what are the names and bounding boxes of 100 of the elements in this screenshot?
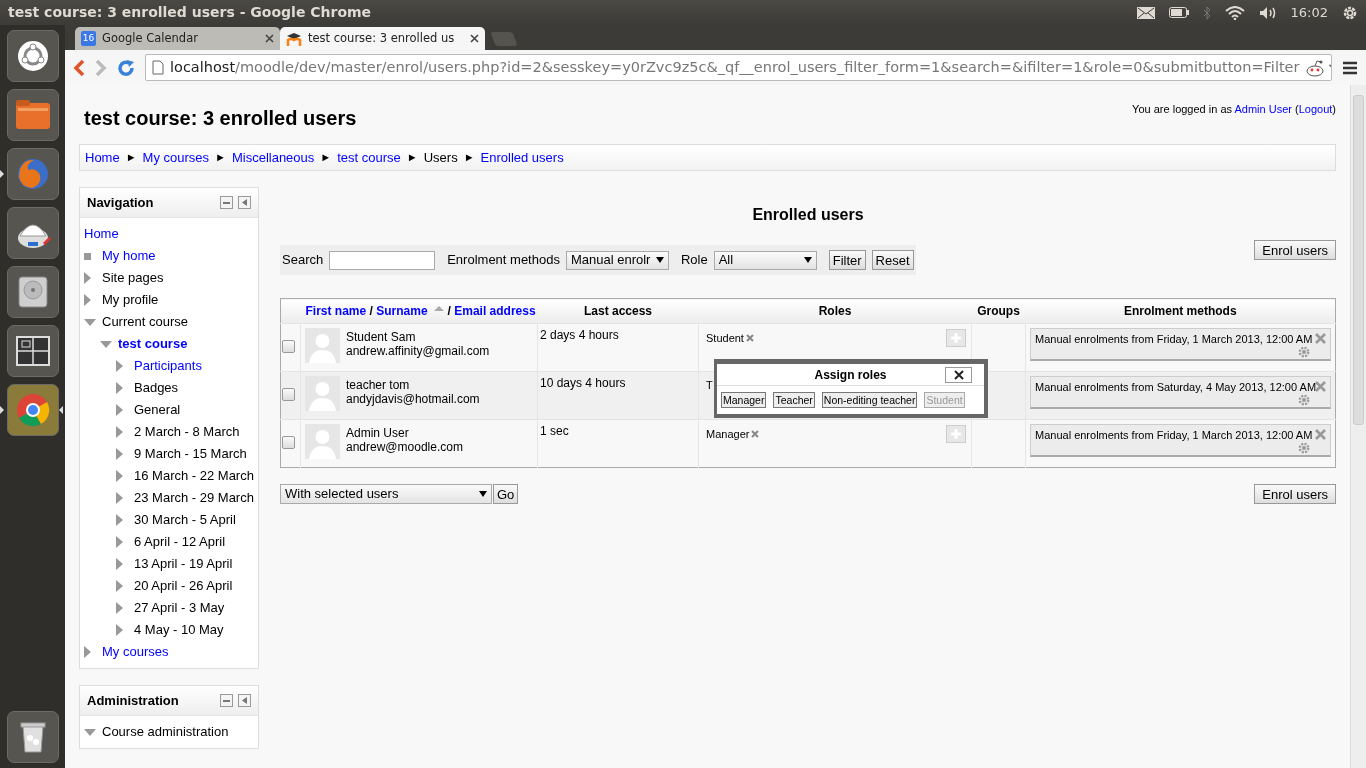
- scrollbar[interactable]: [1350, 85, 1366, 768]
- collapsed-arrow-icon[interactable]: [84, 272, 91, 284]
- role-button[interactable]: Teacher: [773, 392, 815, 408]
- nav-item[interactable]: 23 March - 29 March: [132, 489, 254, 507]
- address-bar[interactable]: localhost/moodle/dev/master/enrol/users.php?id=2&sesskey=y0rZvc9z5c&_qf__enrol_users_filter_form=1&search=&ifilter=1&role=0&submitbutton=Filter: [145, 54, 1332, 81]
- breadcrumb-link[interactable]: test course: [337, 147, 401, 168]
- add-role-button[interactable]: [946, 329, 966, 347]
- nav-link[interactable]: My home: [100, 247, 156, 265]
- expanded-arrow-icon[interactable]: [100, 340, 112, 348]
- sort-link[interactable]: First name: [305, 304, 367, 318]
- bulk-action-select[interactable]: With selected users: [280, 484, 492, 504]
- user-link[interactable]: Admin User: [1234, 103, 1292, 115]
- nav-item[interactable]: Current course: [100, 313, 188, 331]
- volume-icon[interactable]: [1258, 5, 1277, 20]
- nav-item[interactable]: Badges: [132, 379, 179, 397]
- role-select[interactable]: All: [713, 250, 817, 270]
- nav-link[interactable]: My courses: [100, 643, 169, 661]
- battery-icon[interactable]: [1168, 7, 1189, 18]
- sort-link[interactable]: Surname: [376, 304, 428, 318]
- nav-item[interactable]: 4 May - 10 May: [132, 621, 224, 639]
- collapsed-arrow-icon[interactable]: [116, 624, 123, 636]
- nav-item[interactable]: 30 March - 5 April: [132, 511, 236, 529]
- collapsed-arrow-icon[interactable]: [116, 360, 123, 372]
- collapsed-arrow-icon[interactable]: [116, 404, 123, 416]
- nav-link[interactable]: Participants: [132, 357, 202, 375]
- sort-link[interactable]: Email address: [454, 304, 536, 318]
- logout-link[interactable]: Logout: [1298, 103, 1333, 115]
- breadcrumb-link[interactable]: Miscellaneous: [231, 147, 315, 168]
- collapsed-arrow-icon[interactable]: [116, 514, 123, 526]
- search-field[interactable]: [329, 250, 436, 270]
- nav-item[interactable]: 20 April - 26 April: [132, 577, 233, 595]
- nav-item[interactable]: 6 April - 12 April: [132, 533, 226, 551]
- row-checkbox[interactable]: [282, 388, 295, 401]
- minimize-button[interactable]: [220, 694, 233, 707]
- nav-item[interactable]: 9 March - 15 March: [132, 445, 247, 463]
- nav-item[interactable]: Course administration: [100, 723, 229, 741]
- breadcrumb-link[interactable]: Enrolled users: [480, 147, 564, 168]
- row-checkbox[interactable]: [282, 340, 295, 353]
- reload-icon[interactable]: [117, 58, 135, 77]
- breadcrumb-link[interactable]: Home: [85, 147, 120, 168]
- settings-icon[interactable]: [1298, 442, 1310, 454]
- reset-button[interactable]: Reset: [871, 250, 914, 270]
- nav-link[interactable]: test course: [116, 335, 188, 353]
- menu-icon[interactable]: [1342, 60, 1358, 75]
- enrolment-method-select[interactable]: Manual enrolr: [565, 250, 669, 270]
- launcher-item[interactable]: [0, 384, 65, 436]
- enrol-users-button[interactable]: Enrol users: [1254, 240, 1336, 260]
- nav-item[interactable]: General: [132, 401, 181, 419]
- alien-icon[interactable]: [1305, 58, 1326, 77]
- expanded-arrow-icon[interactable]: [84, 728, 96, 736]
- enrol-users-button[interactable]: Enrol users: [1254, 484, 1336, 504]
- forward-icon[interactable]: [95, 58, 107, 77]
- collapsed-arrow-icon[interactable]: [116, 558, 123, 570]
- expanded-arrow-icon[interactable]: [84, 318, 96, 326]
- remove-icon[interactable]: [1315, 381, 1326, 392]
- close-button[interactable]: [945, 367, 972, 383]
- collapsed-arrow-icon[interactable]: [116, 382, 123, 394]
- nav-item[interactable]: 27 April - 3 May: [132, 599, 225, 617]
- remove-icon[interactable]: [751, 430, 760, 438]
- mail-icon[interactable]: [1136, 6, 1155, 19]
- clock-text[interactable]: 16:02: [1290, 2, 1328, 23]
- collapsed-arrow-icon[interactable]: [84, 294, 91, 306]
- wifi-icon[interactable]: [1224, 5, 1245, 20]
- nav-item[interactable]: My profile: [100, 291, 159, 309]
- nav-item[interactable]: 2 March - 8 March: [132, 423, 240, 441]
- nav-link[interactable]: Home: [84, 225, 119, 243]
- collapsed-arrow-icon[interactable]: [116, 470, 123, 482]
- close-icon[interactable]: [470, 34, 479, 43]
- breadcrumb-link[interactable]: My courses: [142, 147, 210, 168]
- role-button[interactable]: Manager: [721, 392, 767, 408]
- remove-icon[interactable]: [1315, 333, 1326, 344]
- settings-icon[interactable]: [1298, 346, 1310, 358]
- settings-icon[interactable]: [1298, 394, 1310, 406]
- browser-tab[interactable]: test course: 3 enrolled us: [280, 27, 485, 50]
- close-icon[interactable]: [265, 34, 274, 43]
- collapsed-arrow-icon[interactable]: [84, 646, 91, 658]
- remove-icon[interactable]: [745, 334, 754, 342]
- dock-button[interactable]: [238, 694, 251, 707]
- remove-icon[interactable]: [1315, 429, 1326, 440]
- collapsed-arrow-icon[interactable]: [116, 580, 123, 592]
- power-icon[interactable]: [1342, 4, 1358, 21]
- add-role-button[interactable]: [946, 425, 966, 443]
- collapsed-arrow-icon[interactable]: [116, 492, 123, 504]
- collapsed-arrow-icon[interactable]: [116, 448, 123, 460]
- collapsed-arrow-icon[interactable]: [116, 536, 123, 548]
- collapsed-arrow-icon[interactable]: [116, 602, 123, 614]
- go-button[interactable]: Go: [493, 484, 519, 504]
- dock-button[interactable]: [238, 196, 251, 209]
- browser-tab[interactable]: 16 Google Calendar: [75, 27, 280, 50]
- new-tab-button[interactable]: [490, 32, 518, 46]
- filter-button[interactable]: Filter: [828, 250, 866, 270]
- nav-item[interactable]: 16 March - 22 March: [132, 467, 254, 485]
- bluetooth-icon[interactable]: [1202, 5, 1211, 20]
- nav-item[interactable]: Site pages: [100, 269, 164, 287]
- minimize-button[interactable]: [220, 196, 233, 209]
- row-checkbox[interactable]: [282, 436, 295, 449]
- role-button[interactable]: Non-editing teacher: [821, 392, 918, 408]
- back-icon[interactable]: [73, 58, 85, 77]
- collapsed-arrow-icon[interactable]: [116, 426, 123, 438]
- nav-item[interactable]: 13 April - 19 April: [132, 555, 233, 573]
